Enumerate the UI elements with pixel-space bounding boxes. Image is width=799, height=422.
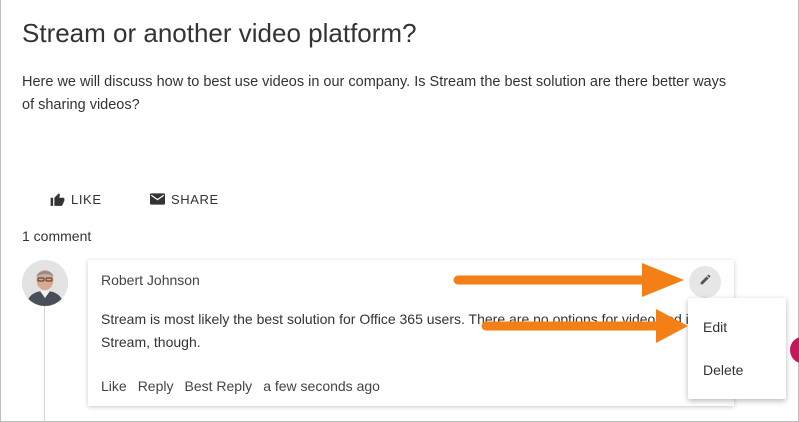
envelope-icon — [150, 193, 165, 205]
best-reply-button[interactable]: Best Reply — [184, 378, 252, 394]
post-description: Here we will discuss how to best use vid… — [22, 74, 727, 113]
share-label: SHARE — [171, 191, 219, 207]
menu-item-edit[interactable]: Edit — [703, 319, 727, 335]
comment-text: Stream is most likely the best solution … — [101, 311, 697, 350]
post-title: Stream or another video platform? — [22, 18, 417, 48]
comment-like-button[interactable]: Like — [101, 378, 127, 394]
comment-count: 1 comment — [22, 228, 92, 244]
like-label: LIKE — [71, 191, 102, 207]
pencil-icon — [699, 273, 712, 291]
thumbs-up-icon — [50, 192, 65, 206]
like-button[interactable]: LIKE — [50, 190, 102, 208]
comment-timestamp: a few seconds ago — [263, 378, 380, 394]
comment-author[interactable]: Robert Johnson — [101, 272, 200, 288]
menu-item-delete[interactable]: Delete — [703, 362, 743, 378]
comment-options-button[interactable] — [689, 266, 721, 298]
thread-line — [44, 306, 45, 422]
share-button[interactable]: SHARE — [150, 190, 219, 208]
comment-context-menu: Edit Delete — [688, 298, 786, 399]
comment-reply-button[interactable]: Reply — [138, 378, 174, 394]
comment-card: Robert Johnson Stream is most likely the… — [88, 260, 734, 406]
comment-actions: Like Reply Best Reply a few seconds ago — [101, 378, 380, 394]
avatar[interactable] — [22, 260, 68, 306]
